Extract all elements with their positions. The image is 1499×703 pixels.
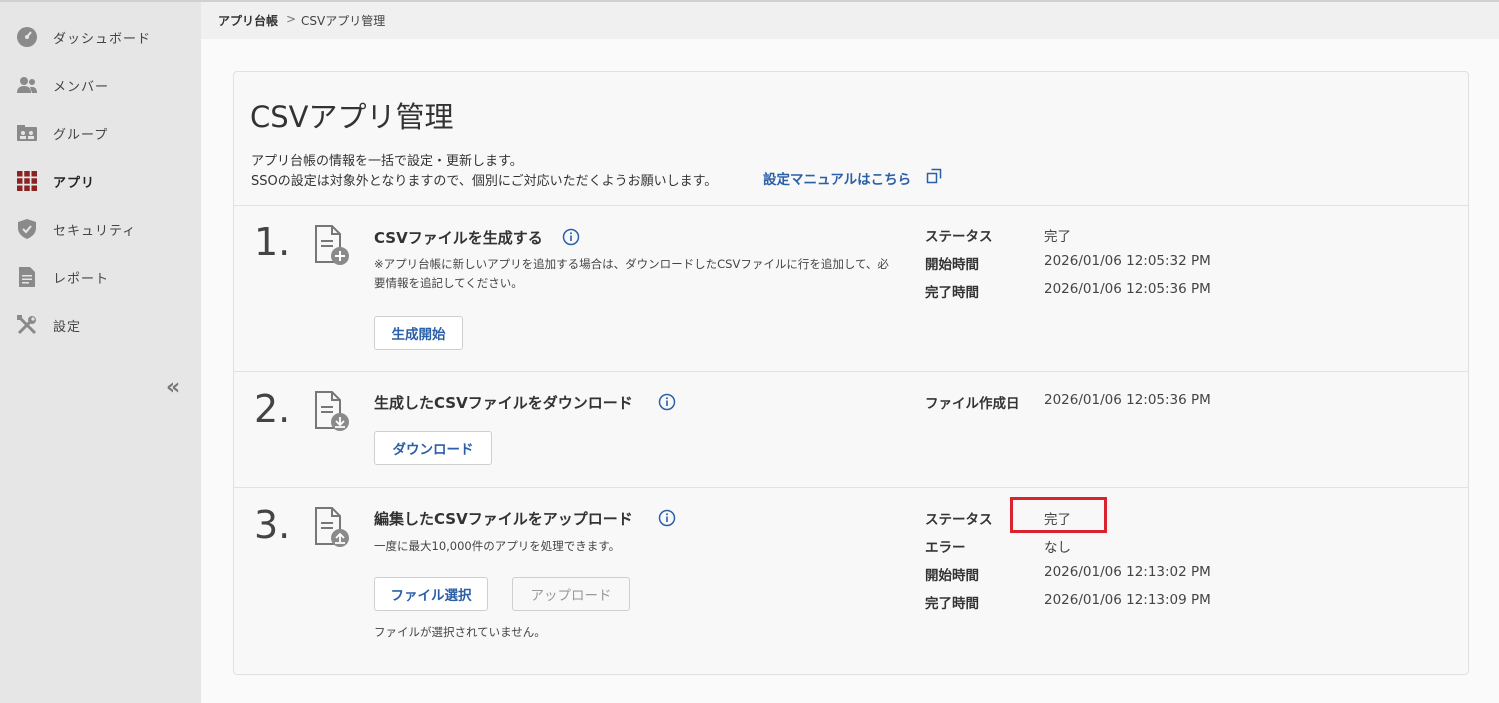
sidebar-item-label: 設定 (53, 320, 82, 335)
sidebar-item-settings[interactable]: 設定 (0, 302, 201, 350)
tools-icon (16, 314, 38, 336)
info-icon[interactable] (562, 228, 580, 246)
dashboard-icon (16, 26, 38, 48)
apps-grid-icon (16, 170, 38, 192)
sidebar-item-members[interactable]: メンバー (0, 62, 201, 110)
sidebar-item-label: メンバー (53, 80, 110, 95)
sidebar-item-apps[interactable]: アプリ (0, 158, 201, 206)
file-select-button[interactable]: ファイル選択 (374, 577, 488, 611)
page-description: アプリ台帳の情報を一括で設定・更新します。 (251, 154, 523, 169)
file-upload-icon (314, 506, 350, 548)
members-icon (16, 74, 38, 96)
sidebar-item-label: セキュリティ (53, 224, 137, 239)
step-number: 2. (254, 387, 291, 431)
external-link-icon[interactable] (926, 168, 942, 184)
end-time-value: 2026/01/06 12:05:36 PM (1044, 281, 1211, 297)
step-number: 3. (254, 503, 291, 547)
breadcrumb: アプリ台帳 > CSVアプリ管理 (201, 0, 1499, 39)
status-highlight-box (1010, 497, 1107, 533)
group-icon (16, 122, 38, 144)
error-label: エラー (925, 540, 966, 556)
info-icon[interactable] (658, 393, 676, 411)
sidebar-item-dashboard[interactable]: ダッシュボード (0, 14, 201, 62)
breadcrumb-current: CSVアプリ管理 (301, 14, 386, 28)
page-description-sso: SSOの設定は対象外となりますので、個別にご対応いただくようお願いします。 (251, 174, 718, 189)
step-number: 1. (254, 220, 291, 264)
download-button[interactable]: ダウンロード (374, 431, 492, 465)
step-generate-section: 1. CSVファイルを生成する ※アプリ台帳に新しいアプリを追加する場合は、ダウ… (234, 205, 1468, 371)
step-title: 編集したCSVファイルをアップロード (374, 510, 633, 528)
end-time-value: 2026/01/06 12:13:09 PM (1044, 592, 1211, 608)
status-value: 完了 (1044, 229, 1071, 245)
breadcrumb-parent-link[interactable]: アプリ台帳 (218, 12, 278, 29)
breadcrumb-separator: > (286, 12, 297, 26)
error-value: なし (1044, 540, 1071, 556)
generate-start-button[interactable]: 生成開始 (374, 316, 463, 350)
status-label: ステータス (925, 229, 993, 245)
report-icon (16, 266, 38, 288)
step-title: CSVファイルを生成する (374, 229, 543, 247)
start-time-value: 2026/01/06 12:05:32 PM (1044, 253, 1211, 269)
sidebar-item-group[interactable]: グループ (0, 110, 201, 158)
csv-app-management-card: CSVアプリ管理 アプリ台帳の情報を一括で設定・更新します。 SSOの設定は対象… (233, 71, 1469, 675)
step-note: 一度に最大10,000件のアプリを処理できます。 (374, 539, 621, 553)
step-download-section: 2. 生成したCSVファイルをダウンロード ダウンロード ファイル作成日 202… (234, 371, 1468, 487)
sidebar-item-security[interactable]: セキュリティ (0, 206, 201, 254)
sidebar: ダッシュボード メンバー グループ アプリ セキュリティ レポート 設定 « (0, 0, 201, 703)
start-time-label: 開始時間 (925, 257, 979, 273)
step-upload-section: 3. 編集したCSVファイルをアップロード 一度に最大10,000件のアプリを処… (234, 487, 1468, 675)
end-time-label: 完了時間 (925, 596, 979, 612)
upload-button[interactable]: アップロード (512, 577, 630, 611)
file-add-icon (314, 224, 350, 266)
file-created-label: ファイル作成日 (925, 396, 1020, 412)
sidebar-item-label: ダッシュボード (53, 32, 152, 47)
shield-icon (16, 218, 38, 240)
sidebar-item-label: グループ (53, 128, 109, 143)
file-created-value: 2026/01/06 12:05:36 PM (1044, 392, 1211, 408)
info-icon[interactable] (658, 509, 676, 527)
sidebar-item-label: レポート (53, 272, 110, 287)
collapse-sidebar-button[interactable]: « (166, 376, 186, 400)
step-title: 生成したCSVファイルをダウンロード (374, 394, 633, 412)
status-label: ステータス (925, 512, 993, 528)
sidebar-item-label: アプリ (53, 176, 96, 191)
step-note: ※アプリ台帳に新しいアプリを追加する場合は、ダウンロードしたCSVファイルに行を… (374, 257, 889, 290)
start-time-label: 開始時間 (925, 568, 979, 584)
start-time-value: 2026/01/06 12:13:02 PM (1044, 564, 1211, 580)
sidebar-item-report[interactable]: レポート (0, 254, 201, 302)
manual-link[interactable]: 設定マニュアルはこちら (763, 168, 911, 188)
file-status-text: ファイルが選択されていません。 (374, 625, 546, 639)
end-time-label: 完了時間 (925, 285, 979, 301)
file-download-icon (314, 390, 350, 432)
page-title: CSVアプリ管理 (250, 100, 454, 134)
